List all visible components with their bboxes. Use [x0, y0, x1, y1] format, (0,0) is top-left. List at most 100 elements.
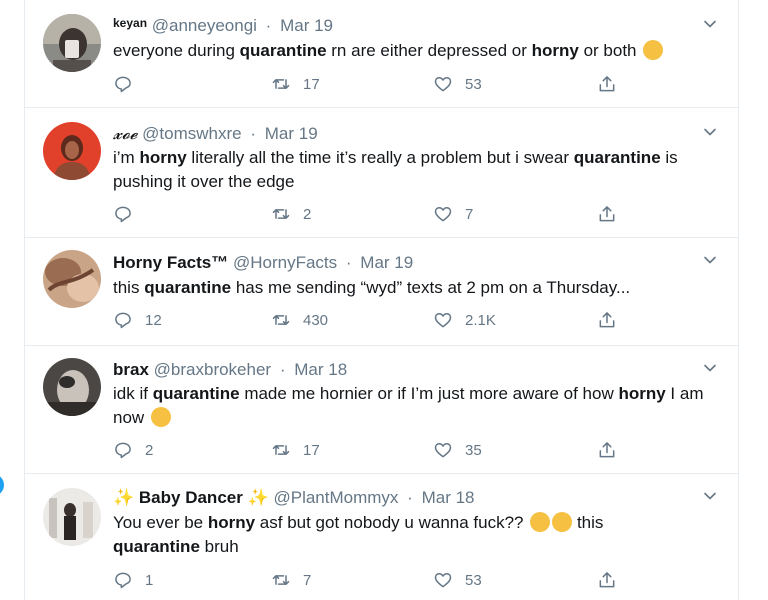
display-name[interactable]: Baby Dancer — [139, 488, 243, 507]
tweet-actions: 1 7 53 — [113, 570, 733, 592]
like-button[interactable]: 2.1K — [433, 310, 496, 330]
reply-icon — [115, 442, 131, 459]
retweet-count: 2 — [303, 205, 312, 223]
tweet[interactable]: brax @braxbrokeher · Mar 18 idk if quara… — [25, 346, 738, 474]
tweet-date[interactable]: Mar 18 — [294, 360, 347, 379]
woman-shrugging-emoji — [643, 40, 664, 60]
retweet-count: 17 — [303, 75, 320, 93]
chevron-down-icon[interactable] — [702, 252, 718, 268]
handle[interactable]: @tomswhxre — [142, 124, 241, 143]
share-button[interactable] — [597, 74, 629, 94]
avatar[interactable] — [43, 250, 101, 308]
like-count: 35 — [465, 441, 482, 459]
retweet-button[interactable]: 2 — [271, 204, 311, 224]
crying-laughing-emoji — [530, 512, 551, 532]
heart-icon — [434, 313, 452, 328]
display-name[interactable]: 𝔁𝓸𝓮 — [113, 124, 137, 144]
reply-count: 2 — [145, 441, 154, 459]
tweet-text: You ever be horny asf but got nobody u w… — [113, 512, 604, 556]
share-button[interactable] — [597, 204, 629, 224]
sparkles-icon: ✨ — [247, 488, 269, 507]
tweet-date[interactable]: Mar 19 — [280, 16, 333, 35]
tweet-date[interactable]: Mar 18 — [422, 488, 475, 507]
reply-button[interactable] — [113, 74, 145, 94]
chevron-down-icon[interactable] — [702, 360, 718, 376]
tweet-actions: 2 17 35 — [113, 440, 733, 462]
scroll-indicator — [0, 474, 4, 496]
retweet-button[interactable]: 17 — [271, 74, 320, 94]
tweet[interactable]: ✨ Baby Dancer ✨ @PlantMommyx · Mar 18 Yo… — [25, 474, 738, 600]
sparkles-icon: ✨ — [113, 488, 135, 507]
share-icon — [599, 312, 615, 328]
avatar[interactable] — [43, 14, 101, 72]
reply-icon — [115, 76, 131, 93]
retweet-button[interactable]: 430 — [271, 310, 328, 330]
tweet-header: keyan @anneyeongi · Mar 19 — [113, 16, 333, 35]
reply-button[interactable]: 1 — [113, 570, 153, 590]
tweet-actions: 12 430 2.1K — [113, 310, 733, 332]
share-button[interactable] — [597, 570, 629, 590]
avatar[interactable] — [43, 358, 101, 416]
tweet-actions: 2 7 — [113, 204, 733, 226]
tweet-header: Horny Facts™ @HornyFacts · Mar 19 — [113, 253, 414, 272]
heart-icon — [434, 573, 452, 588]
handle[interactable]: @HornyFacts — [233, 253, 337, 272]
retweet-count: 430 — [303, 311, 329, 329]
tweet-text: i’m horny literally all the time it’s re… — [113, 148, 678, 191]
share-icon — [599, 206, 615, 222]
share-button[interactable] — [597, 310, 629, 330]
tweet-header: brax @braxbrokeher · Mar 18 — [113, 360, 348, 379]
tweet-date[interactable]: Mar 19 — [265, 124, 318, 143]
share-icon — [599, 572, 615, 588]
chevron-down-icon[interactable] — [702, 488, 718, 504]
avatar[interactable] — [43, 122, 101, 180]
tweet[interactable]: Horny Facts™ @HornyFacts · Mar 19 this q… — [25, 238, 738, 346]
reply-button[interactable] — [113, 204, 145, 224]
display-name[interactable]: keyan — [113, 16, 147, 30]
reply-count: 12 — [145, 311, 162, 329]
handle[interactable]: @PlantMommyx — [273, 488, 398, 507]
like-button[interactable]: 53 — [433, 74, 482, 94]
retweet-button[interactable]: 17 — [271, 440, 320, 460]
retweet-icon — [272, 445, 290, 455]
like-button[interactable]: 53 — [433, 570, 482, 590]
reply-icon — [115, 312, 131, 329]
handle[interactable]: @braxbrokeher — [154, 360, 271, 379]
tweet[interactable]: 𝔁𝓸𝓮 @tomswhxre · Mar 19 i’m horny litera… — [25, 108, 738, 238]
retweet-count: 7 — [303, 571, 312, 589]
neutral-face-emoji — [150, 407, 171, 427]
heart-icon — [434, 207, 452, 222]
retweet-icon — [272, 79, 290, 89]
tweet-header: 𝔁𝓸𝓮 @tomswhxre · Mar 19 — [113, 124, 318, 144]
reply-button[interactable]: 12 — [113, 310, 162, 330]
tweet-header: ✨ Baby Dancer ✨ @PlantMommyx · Mar 18 — [113, 488, 475, 507]
like-count: 2.1K — [465, 311, 496, 329]
reply-button[interactable]: 2 — [113, 440, 153, 460]
retweet-count: 17 — [303, 441, 320, 459]
retweet-icon — [272, 315, 290, 325]
tweet-text: this quarantine has me sending “wyd” tex… — [113, 278, 631, 297]
chevron-down-icon[interactable] — [702, 16, 718, 32]
retweet-button[interactable]: 7 — [271, 570, 311, 590]
tweet-feed: keyan @anneyeongi · Mar 19 everyone duri… — [24, 0, 739, 600]
crying-laughing-emoji — [552, 512, 573, 532]
heart-icon — [434, 443, 452, 458]
tweet-text: idk if quarantine made me hornier or if … — [113, 384, 704, 427]
tweet-date[interactable]: Mar 19 — [360, 253, 413, 272]
share-button[interactable] — [597, 440, 629, 460]
display-name[interactable]: Horny Facts™ — [113, 253, 228, 272]
like-count: 7 — [465, 205, 474, 223]
tweet[interactable]: keyan @anneyeongi · Mar 19 everyone duri… — [25, 0, 738, 108]
display-name[interactable]: brax — [113, 360, 149, 379]
heart-icon — [434, 77, 452, 92]
share-icon — [599, 442, 615, 458]
handle[interactable]: @anneyeongi — [152, 16, 257, 35]
retweet-icon — [272, 209, 290, 219]
like-button[interactable]: 35 — [433, 440, 482, 460]
like-count: 53 — [465, 75, 482, 93]
tweet-actions: 17 53 — [113, 74, 733, 96]
avatar[interactable] — [43, 488, 101, 546]
chevron-down-icon[interactable] — [702, 124, 718, 140]
like-button[interactable]: 7 — [433, 204, 473, 224]
like-count: 53 — [465, 571, 482, 589]
